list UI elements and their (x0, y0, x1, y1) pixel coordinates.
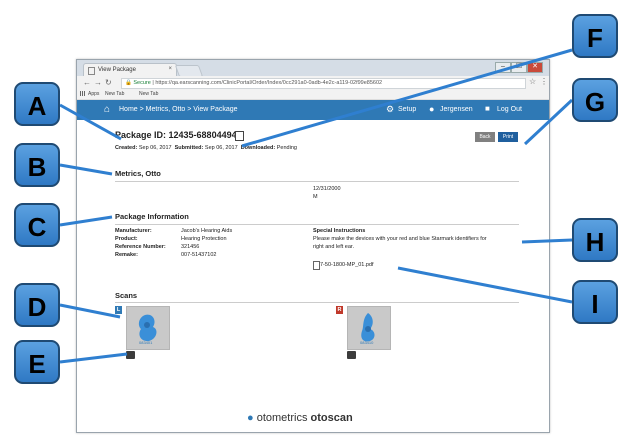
callout-line-d (59, 303, 121, 319)
callout-line-i (397, 266, 573, 304)
callout-g: G (572, 78, 618, 122)
callout-line-a (59, 103, 122, 141)
callout-a: A (14, 82, 60, 126)
callout-line-b (59, 163, 113, 176)
callout-h: H (572, 218, 618, 262)
callout-line-f (241, 48, 573, 148)
callout-line-e (59, 352, 128, 364)
callout-e: E (14, 340, 60, 384)
callout-i: I (572, 280, 618, 324)
callout-f: F (572, 14, 618, 58)
callout-line-c (59, 215, 113, 227)
callout-d: D (14, 283, 60, 327)
callout-line-h (521, 238, 573, 244)
callout-lines (59, 48, 574, 364)
callout-b: B (14, 143, 60, 187)
callout-line-g (523, 98, 574, 146)
callout-c: C (14, 203, 60, 247)
